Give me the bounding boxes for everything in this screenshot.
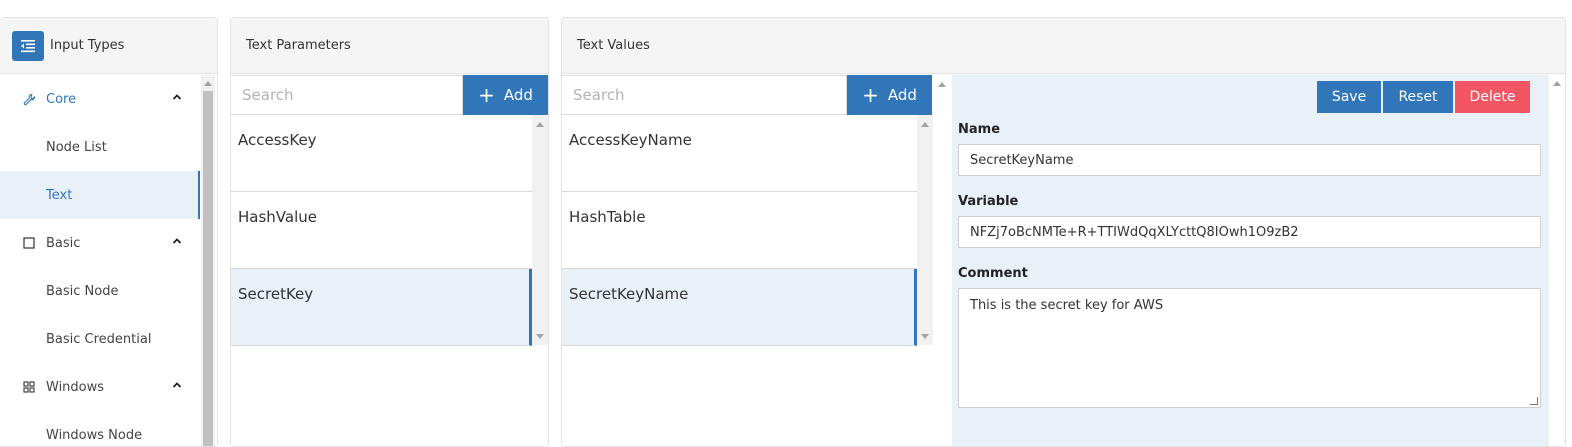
values-list-scrollbar[interactable] — [917, 115, 933, 345]
name-label: Name — [958, 122, 1001, 137]
sidebar-item-label: Node List — [46, 139, 107, 155]
text-parameters-header: Text Parameters — [231, 18, 548, 74]
sidebar-item-basic-node[interactable]: Basic Node — [0, 267, 200, 315]
editor-scrollbar[interactable] — [1549, 75, 1565, 446]
parameters-search-row: Search + Add — [231, 75, 548, 115]
chevron-up-icon — [172, 238, 182, 244]
name-field[interactable]: SecretKeyName — [958, 144, 1541, 176]
list-item[interactable]: HashTable — [562, 192, 917, 269]
parameters-list-scrollbar[interactable] — [532, 115, 548, 345]
plus-icon: + — [478, 83, 495, 107]
resize-handle-icon[interactable] — [1530, 397, 1538, 405]
comment-text: This is the secret key for AWS — [970, 298, 1164, 313]
text-values-header: Text Values — [562, 18, 1565, 74]
square-icon — [22, 236, 36, 250]
save-button[interactable]: Save — [1317, 81, 1381, 113]
values-search-scrollbar — [934, 75, 950, 115]
input-types-header: Input Types — [0, 18, 217, 74]
add-value-button[interactable]: + Add — [847, 75, 932, 115]
sidebar-scrollbar[interactable] — [201, 75, 215, 446]
plus-icon: + — [862, 83, 879, 107]
reset-button[interactable]: Reset — [1383, 81, 1453, 113]
panel-title: Text Parameters — [246, 38, 351, 53]
delete-button[interactable]: Delete — [1455, 81, 1530, 113]
parameters-search-input[interactable]: Search — [231, 75, 463, 115]
windows-icon — [22, 380, 36, 394]
comment-label: Comment — [958, 266, 1028, 281]
chevron-up-icon — [172, 382, 182, 388]
menu-toggle-button[interactable] — [12, 30, 44, 61]
scroll-up-arrow-icon[interactable] — [921, 122, 929, 127]
add-button-label: Add — [503, 86, 533, 104]
chevron-up-icon — [172, 94, 182, 100]
variable-label: Variable — [958, 194, 1019, 209]
panel-title: Text Values — [577, 38, 650, 53]
sidebar-item-label: Basic Node — [46, 283, 119, 299]
sidebar-item-label: Basic Credential — [46, 331, 152, 347]
sidebar-item-label: Windows Node — [46, 427, 143, 443]
scroll-down-arrow-icon[interactable] — [536, 334, 544, 339]
sidebar-item-label: Text — [46, 187, 73, 203]
panel-title: Input Types — [50, 38, 125, 53]
values-list: AccessKeyName HashTable SecretKeyName — [562, 115, 917, 346]
scroll-up-arrow-icon[interactable] — [536, 122, 544, 127]
sidebar-section-label: Basic — [46, 235, 81, 251]
sidebar-item-text[interactable]: Text — [0, 171, 200, 219]
list-item-selected[interactable]: SecretKey — [231, 269, 532, 346]
parameters-list: AccessKey HashValue SecretKey — [231, 115, 532, 346]
input-types-panel: Input Types Core Node List Text Basic Ba… — [0, 17, 218, 447]
text-parameters-panel: Text Parameters Search + Add AccessKey H… — [230, 17, 549, 447]
editor-actions: Save Reset Delete — [1317, 81, 1530, 113]
list-item[interactable]: HashValue — [231, 192, 532, 269]
scrollbar-thumb[interactable] — [203, 91, 213, 446]
sidebar-section-label: Windows — [46, 379, 105, 395]
list-item-selected[interactable]: SecretKeyName — [562, 269, 917, 346]
value-editor: Save Reset Delete Name SecretKeyName Var… — [952, 75, 1552, 446]
text-values-panel: Text Values Search + Add AccessKeyName H… — [561, 17, 1566, 447]
list-item[interactable]: AccessKey — [231, 115, 532, 192]
scroll-down-arrow-icon[interactable] — [921, 334, 929, 339]
menu-collapse-icon — [21, 39, 35, 52]
sidebar-nav: Core Node List Text Basic Basic Node Bas… — [0, 75, 200, 446]
list-item[interactable]: AccessKeyName — [562, 115, 917, 192]
scroll-up-arrow-icon[interactable] — [938, 82, 946, 87]
wrench-icon — [22, 92, 36, 106]
variable-field[interactable]: NFZj7oBcNMTe+R+TTIWdQqXLYcttQ8IOwh1O9zB2 — [958, 216, 1541, 248]
add-parameter-button[interactable]: + Add — [463, 75, 548, 115]
values-search-row: Search + Add — [562, 75, 932, 115]
comment-textarea[interactable]: This is the secret key for AWS — [958, 288, 1541, 408]
sidebar-item-windows-node[interactable]: Windows Node — [0, 411, 200, 446]
sidebar-section-core[interactable]: Core — [0, 75, 200, 123]
values-search-input[interactable]: Search — [562, 75, 847, 115]
sidebar-section-windows[interactable]: Windows — [0, 363, 200, 411]
scroll-up-arrow-icon[interactable] — [204, 81, 212, 86]
sidebar-item-basic-credential[interactable]: Basic Credential — [0, 315, 200, 363]
sidebar-section-basic[interactable]: Basic — [0, 219, 200, 267]
sidebar-item-node-list[interactable]: Node List — [0, 123, 200, 171]
scroll-up-arrow-icon[interactable] — [1553, 81, 1561, 86]
sidebar-section-label: Core — [46, 91, 77, 107]
add-button-label: Add — [887, 86, 917, 104]
